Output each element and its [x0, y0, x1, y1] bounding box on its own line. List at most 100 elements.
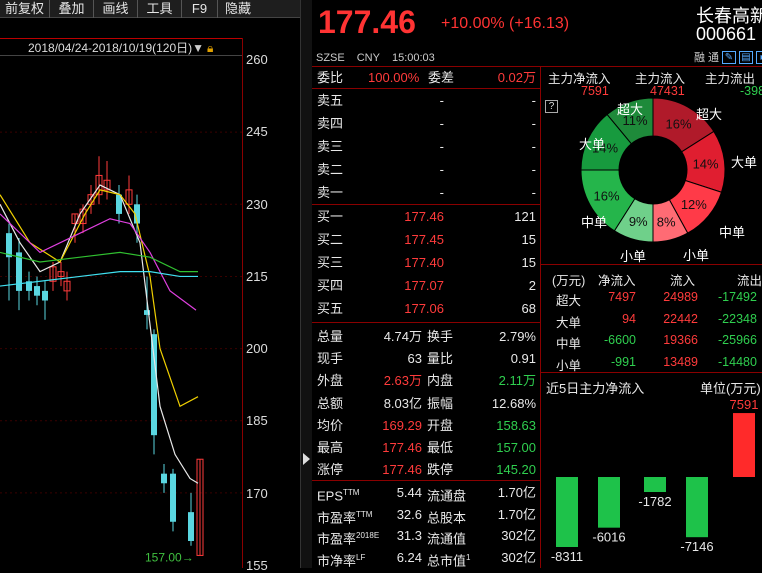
menu-overlay[interactable]: 叠加	[50, 0, 94, 18]
flow-row-out: -25966	[718, 333, 757, 347]
fin-label-text: 流通值	[427, 531, 467, 547]
fin-value: 302亿	[501, 528, 536, 543]
order-level-volume: -	[531, 139, 536, 154]
flow-row-name: 超大	[556, 294, 582, 308]
order-level-row[interactable]: 买二 177.45 15	[312, 228, 540, 251]
ma30-line	[0, 251, 198, 273]
order-level-price: -	[439, 162, 444, 177]
stat-value: 177.46	[382, 462, 422, 478]
pie-slice-label: 8%	[657, 214, 676, 229]
stat-label: 内盘	[427, 373, 454, 389]
stat-value: 63	[407, 351, 422, 367]
fin-label-sup: 1	[466, 552, 471, 562]
order-level-label: 买三	[317, 255, 344, 270]
fin-label-text: 市盈率	[317, 509, 357, 525]
stat-label: 最低	[427, 440, 454, 455]
flow-row-name: 中单	[556, 337, 582, 351]
price-change: +10.00% (+16.13)	[441, 15, 570, 32]
divider	[541, 264, 762, 265]
pie-slice-label: 12%	[681, 197, 707, 212]
flow-row-name: 大单	[556, 315, 582, 330]
fin-label-text: 总股本	[427, 509, 467, 525]
pie-outer-label: 小单	[683, 248, 709, 263]
stat-label: 跌停	[427, 462, 454, 478]
stat-label: 换手	[427, 329, 454, 344]
expand-arrow-icon[interactable]	[303, 453, 310, 465]
axis-divider	[242, 38, 243, 568]
flow-table-header: 流出	[737, 274, 762, 288]
order-level-volume: -	[531, 185, 536, 200]
candle-body-down	[151, 334, 157, 436]
flow-row-net: -991	[610, 354, 636, 369]
date-range[interactable]: 2018/04/24-2018/10/19(120日)▼ 🔒︎	[0, 38, 242, 56]
five-day-bar-label: -6016	[592, 530, 625, 545]
stat-value: 4.74万	[383, 329, 422, 344]
y-tick-label: 200	[246, 341, 268, 356]
order-level-row[interactable]: 买三 177.40 15	[312, 251, 540, 274]
order-level-row[interactable]: 买四 177.07 2	[312, 274, 540, 297]
menu-f9[interactable]: F9	[182, 0, 218, 18]
five-day-bar-chart: -8311 -6016 -1782 -7146 7591	[551, 397, 759, 564]
order-level-row[interactable]: 卖二 - -	[312, 158, 540, 181]
order-level-row[interactable]: 卖五 - -	[312, 89, 540, 112]
order-level-price: 177.07	[404, 278, 444, 293]
ma10-line	[0, 189, 199, 408]
fin-label-sup: TTM	[343, 488, 360, 497]
candlestick-chart[interactable]: 157.00→	[0, 56, 242, 568]
fin-label: 总市值1	[427, 547, 470, 572]
five-day-bar-label: -7146	[680, 539, 713, 554]
order-level-price: 177.45	[404, 232, 444, 247]
currency: CNY	[356, 52, 380, 64]
divider	[312, 480, 540, 481]
panel-splitter[interactable]	[300, 0, 312, 568]
order-level-label: 卖四	[317, 116, 344, 131]
order-level-row[interactable]: 卖三 - -	[312, 135, 540, 158]
five-day-bar-label: -8311	[551, 549, 583, 564]
badge-row: 融 通 ✎ ▤ ▸	[694, 49, 762, 65]
edit-icon[interactable]: ✎	[722, 50, 736, 64]
menu-hide[interactable]: 隐藏	[218, 0, 258, 18]
order-level-label: 买五	[317, 301, 344, 316]
fin-value: 302亿	[501, 549, 536, 565]
candle-body-down	[161, 473, 167, 484]
fin-label-text: 流通盘	[427, 488, 467, 504]
ratio-label: 委比	[317, 70, 344, 85]
order-ratio-row: 委比 100.00% 委差 0.02万	[312, 66, 540, 89]
flow-row-in: 19366	[663, 333, 698, 347]
flow-row-net: 7497	[608, 290, 636, 304]
menu-draw[interactable]: 画线	[94, 0, 138, 18]
flow-row-in: 13489	[663, 354, 698, 369]
stat-value: 8.03亿	[383, 395, 422, 411]
fin-label-text: EPS	[317, 488, 344, 504]
menu-tools[interactable]: 工具	[138, 0, 182, 18]
five-day-bar-label: 7591	[730, 397, 759, 412]
y-tick-label: 245	[246, 124, 268, 139]
diff-label: 委差	[428, 70, 455, 85]
order-level-row[interactable]: 买五 177.06 68	[312, 297, 540, 320]
five-day-bar	[598, 477, 620, 528]
order-level-row[interactable]: 买一 177.46 121	[312, 205, 540, 228]
timestamp: 15:00:03	[391, 52, 435, 64]
flow-row-name: 小单	[556, 358, 582, 373]
flow-row-in: 22442	[663, 311, 698, 326]
order-level-volume: 2	[528, 278, 536, 293]
order-level-volume: 15	[521, 255, 536, 270]
dropdown-triangle-icon[interactable]: ▼	[192, 41, 204, 55]
pie-outer-label: 超大	[617, 102, 643, 117]
pie-slice-label: 9%	[629, 214, 648, 229]
lock-icon[interactable]: 🔒︎	[207, 41, 213, 55]
order-level-volume: -	[531, 162, 536, 177]
more-icon[interactable]: ▸	[756, 50, 762, 64]
pie-outer-label: 中单	[581, 215, 607, 230]
flow-row-net: 94	[622, 311, 636, 326]
order-level-row[interactable]: 卖一 - -	[312, 181, 540, 204]
order-level-volume: -	[531, 93, 536, 108]
fin-label-sup: TTM	[356, 509, 373, 519]
chart-icon[interactable]: ▤	[739, 50, 753, 64]
date-range-text: 2018/04/24-2018/10/19(120日)	[28, 41, 193, 55]
candle-body-down	[42, 290, 48, 301]
stat-value: 177.46	[382, 440, 422, 455]
menu-fuquan[interactable]: 前复权	[0, 0, 50, 18]
order-level-row[interactable]: 卖四 - -	[312, 112, 540, 135]
fin-label-text: 市净率	[317, 552, 357, 568]
